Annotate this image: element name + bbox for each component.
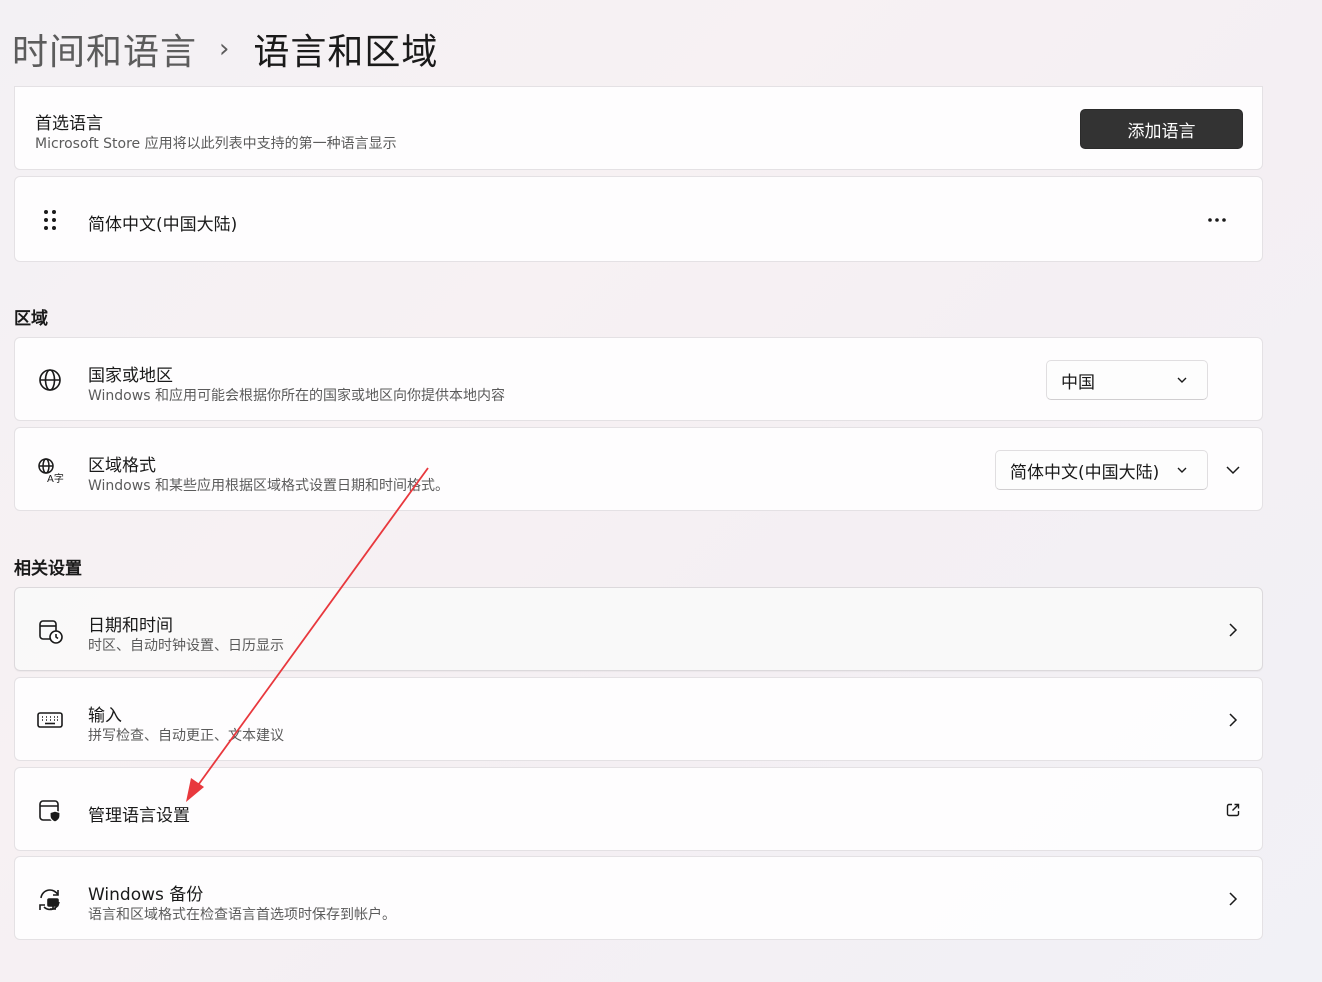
drag-handle-icon[interactable]	[35, 205, 65, 235]
country-region-desc: Windows 和应用可能会根据你所在的国家或地区向你提供本地内容	[88, 388, 505, 404]
chevron-right-icon	[1229, 892, 1238, 906]
related-item-manage-language[interactable]: 管理语言设置	[14, 767, 1263, 851]
svg-text:A字: A字	[47, 472, 64, 484]
regional-format-dropdown[interactable]: 简体中文(中国大陆)	[995, 450, 1208, 490]
language-format-icon: A字	[35, 455, 65, 485]
chevron-right-icon	[1229, 713, 1238, 727]
country-region-card: 国家或地区 Windows 和应用可能会根据你所在的国家或地区向你提供本地内容 …	[14, 337, 1263, 421]
windows-backup-desc: 语言和区域格式在检查语言首选项时保存到帐户。	[88, 907, 396, 923]
regional-format-title: 区域格式	[88, 456, 156, 476]
page-title: 语言和区域	[253, 32, 439, 73]
preferred-language-card: 首选语言 Microsoft Store 应用将以此列表中支持的第一种语言显示 …	[14, 86, 1263, 170]
manage-language-title: 管理语言设置	[88, 806, 190, 826]
related-item-input[interactable]: 输入 拼写检查、自动更正、文本建议	[14, 677, 1263, 761]
add-language-button[interactable]: 添加语言	[1080, 109, 1243, 149]
language-name: 简体中文(中国大陆)	[88, 215, 238, 235]
regional-format-value: 简体中文(中国大陆)	[1010, 462, 1160, 483]
calendar-clock-icon	[35, 616, 65, 646]
keyboard-icon	[35, 705, 65, 735]
chevron-down-icon	[1177, 467, 1187, 473]
breadcrumb-parent[interactable]: 时间和语言	[12, 23, 197, 75]
preferred-language-title: 首选语言	[35, 114, 103, 134]
preferred-language-desc: Microsoft Store 应用将以此列表中支持的第一种语言显示	[35, 136, 397, 152]
country-region-value: 中国	[1061, 372, 1095, 393]
backup-sync-icon	[35, 885, 65, 915]
related-item-windows-backup[interactable]: Windows 备份 语言和区域格式在检查语言首选项时保存到帐户。	[14, 856, 1263, 940]
more-icon[interactable]	[1202, 205, 1232, 235]
chevron-right-icon	[1229, 623, 1238, 637]
globe-icon	[35, 365, 65, 395]
country-region-dropdown[interactable]: 中国	[1046, 360, 1208, 400]
input-desc: 拼写检查、自动更正、文本建议	[88, 728, 284, 744]
language-list-item[interactable]: 简体中文(中国大陆)	[14, 176, 1263, 262]
related-item-date-time[interactable]: 日期和时间 时区、自动时钟设置、日历显示	[14, 587, 1263, 671]
related-settings-heading: 相关设置	[14, 559, 82, 579]
breadcrumb: 时间和语言 › 语言和区域	[12, 24, 438, 74]
window-shield-icon	[35, 796, 65, 826]
expand-chevron-icon[interactable]	[1225, 462, 1241, 478]
country-region-title: 国家或地区	[88, 366, 173, 386]
open-external-icon	[1226, 803, 1240, 817]
breadcrumb-separator-icon: ›	[219, 34, 230, 64]
region-section-heading: 区域	[14, 309, 48, 329]
chevron-down-icon	[1177, 377, 1187, 383]
regional-format-card[interactable]: A字 区域格式 Windows 和某些应用根据区域格式设置日期和时间格式。 简体…	[14, 427, 1263, 511]
regional-format-desc: Windows 和某些应用根据区域格式设置日期和时间格式。	[88, 478, 449, 494]
input-title: 输入	[88, 706, 122, 726]
date-time-title: 日期和时间	[88, 616, 173, 636]
windows-backup-title: Windows 备份	[88, 885, 204, 905]
date-time-desc: 时区、自动时钟设置、日历显示	[88, 638, 284, 654]
